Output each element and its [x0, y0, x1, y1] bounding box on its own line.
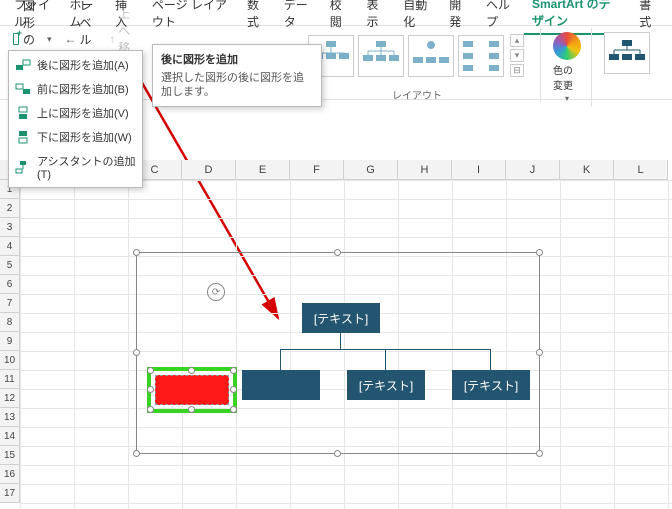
resize-handle[interactable]	[536, 249, 543, 256]
layout-thumb-3[interactable]	[408, 35, 454, 77]
resize-handle[interactable]	[334, 450, 341, 457]
colorwheel-icon	[553, 32, 581, 60]
org-child-3[interactable]: [テキスト]	[452, 370, 530, 400]
change-colors-button[interactable]: 色の変更 ▾	[549, 28, 592, 107]
dd-add-above-label: 上に図形を追加(V)	[37, 105, 129, 121]
dd-add-after-label: 後に図形を追加(A)	[37, 57, 129, 73]
move-up-button[interactable]: ↑ 上へ移動	[105, 28, 138, 50]
layout-group: ▴ ▾ ⊟ レイアウト	[304, 28, 541, 102]
resize-handle[interactable]	[133, 450, 140, 457]
gallery-more-icon[interactable]: ⊟	[510, 64, 524, 77]
gallery-down-icon[interactable]: ▾	[510, 49, 524, 62]
move-up-arrow-icon: ↑	[109, 32, 115, 46]
dd-add-assistant[interactable]: アシスタントの追加(T)	[9, 149, 142, 185]
add-shape-icon	[13, 33, 19, 45]
rowhead[interactable]: 3	[0, 218, 20, 237]
selected-red-shape[interactable]	[155, 375, 229, 405]
colhead[interactable]: J	[506, 160, 560, 180]
promote-button[interactable]: ← レベル上げ	[61, 28, 102, 50]
dd-add-assistant-label: アシスタントの追加(T)	[37, 153, 136, 181]
colhead[interactable]: F	[290, 160, 344, 180]
colhead[interactable]: D	[182, 160, 236, 180]
resize-handle[interactable]	[230, 367, 237, 374]
rowhead[interactable]: 15	[0, 446, 20, 465]
colhead[interactable]: L	[614, 160, 668, 180]
dd-add-before[interactable]: 前に図形を追加(B)	[9, 77, 142, 101]
rowhead[interactable]: 9	[0, 332, 20, 351]
dd-add-above[interactable]: 上に図形を追加(V)	[9, 101, 142, 125]
colhead[interactable]: H	[398, 160, 452, 180]
resize-handle[interactable]	[188, 406, 195, 413]
resize-handle[interactable]	[230, 406, 237, 413]
rowhead[interactable]: 10	[0, 351, 20, 370]
cells-grid[interactable]: ⟳ [テキスト] [テキスト] [テキスト]	[20, 180, 672, 509]
smartart-frame[interactable]: ⟳ [テキスト] [テキスト] [テキスト]	[136, 252, 540, 454]
gallery-up-icon[interactable]: ▴	[510, 34, 524, 47]
org-top-node[interactable]: [テキスト]	[302, 303, 380, 333]
ribbon: 図形の追加 ▾ ← レベル上げ ↑ 上へ移動 後に図形を追加(A) 前に図形を追…	[0, 26, 672, 100]
layout-group-label: レイアウト	[392, 85, 442, 102]
rowhead[interactable]: 12	[0, 389, 20, 408]
rotate-handle-icon[interactable]: ⟳	[207, 283, 225, 301]
resize-handle[interactable]	[188, 367, 195, 374]
add-after-icon	[15, 58, 31, 72]
rowhead[interactable]: 7	[0, 294, 20, 313]
resize-handle[interactable]	[230, 386, 237, 393]
rowhead[interactable]: 11	[0, 370, 20, 389]
add-shape-dropdown: 後に図形を追加(A) 前に図形を追加(B) 上に図形を追加(V) 下に図形を追加…	[8, 50, 143, 188]
colhead[interactable]: E	[236, 160, 290, 180]
chevron-down-icon: ▾	[565, 94, 569, 103]
colhead[interactable]: K	[560, 160, 614, 180]
resize-handle[interactable]	[133, 249, 140, 256]
resize-handle[interactable]	[147, 386, 154, 393]
rowhead[interactable]: 6	[0, 275, 20, 294]
colhead[interactable]: G	[344, 160, 398, 180]
add-shape-button[interactable]: 図形の追加 ▾	[8, 28, 57, 50]
rowhead[interactable]: 8	[0, 313, 20, 332]
resize-handle[interactable]	[133, 349, 140, 356]
change-colors-label: 色の変更	[553, 62, 581, 92]
resize-handle[interactable]	[147, 406, 154, 413]
chevron-down-icon: ▾	[47, 34, 52, 45]
dd-add-before-label: 前に図形を追加(B)	[37, 81, 129, 97]
menubar: ファイル ホーム 挿入 ページ レイアウト 数式 データ 校閲 表示 自動化 開…	[0, 0, 672, 26]
resize-handle[interactable]	[147, 367, 154, 374]
resize-handle[interactable]	[334, 249, 341, 256]
styles-group	[600, 28, 664, 78]
add-assistant-icon	[15, 160, 31, 174]
tooltip: 後に図形を追加 選択した図形の後に図形を追加します。	[152, 44, 322, 107]
add-below-icon	[15, 130, 31, 144]
promote-arrow-icon: ←	[65, 32, 77, 46]
resize-handle[interactable]	[536, 349, 543, 356]
colhead[interactable]: I	[452, 160, 506, 180]
selected-red-shape-highlight	[147, 367, 237, 413]
resize-handle[interactable]	[536, 450, 543, 457]
org-child-1[interactable]	[242, 370, 320, 400]
rowhead[interactable]: 2	[0, 199, 20, 218]
dd-add-below[interactable]: 下に図形を追加(W)	[9, 125, 142, 149]
add-above-icon	[15, 106, 31, 120]
layout-thumb-2[interactable]	[358, 35, 404, 77]
rowhead[interactable]: 13	[0, 408, 20, 427]
rowhead[interactable]: 5	[0, 256, 20, 275]
rowhead[interactable]: 16	[0, 465, 20, 484]
dd-add-after[interactable]: 後に図形を追加(A)	[9, 53, 142, 77]
tooltip-title: 後に図形を追加	[161, 51, 313, 67]
rowhead[interactable]: 14	[0, 427, 20, 446]
spreadsheet: A B C D E F G H I J K L 1 2 3 4 5 6 7 8 …	[0, 160, 672, 509]
rowhead[interactable]: 4	[0, 237, 20, 256]
row-headers: 1 2 3 4 5 6 7 8 9 10 11 12 13 14 15 16 1…	[0, 180, 20, 509]
org-child-2[interactable]: [テキスト]	[347, 370, 425, 400]
layout-thumb-4[interactable]	[458, 35, 504, 77]
rowhead[interactable]: 17	[0, 484, 20, 503]
dd-add-below-label: 下に図形を追加(W)	[37, 129, 132, 145]
style-thumb-1[interactable]	[604, 32, 650, 74]
tooltip-body: 選択した図形の後に図形を追加します。	[161, 71, 313, 100]
add-before-icon	[15, 82, 31, 96]
